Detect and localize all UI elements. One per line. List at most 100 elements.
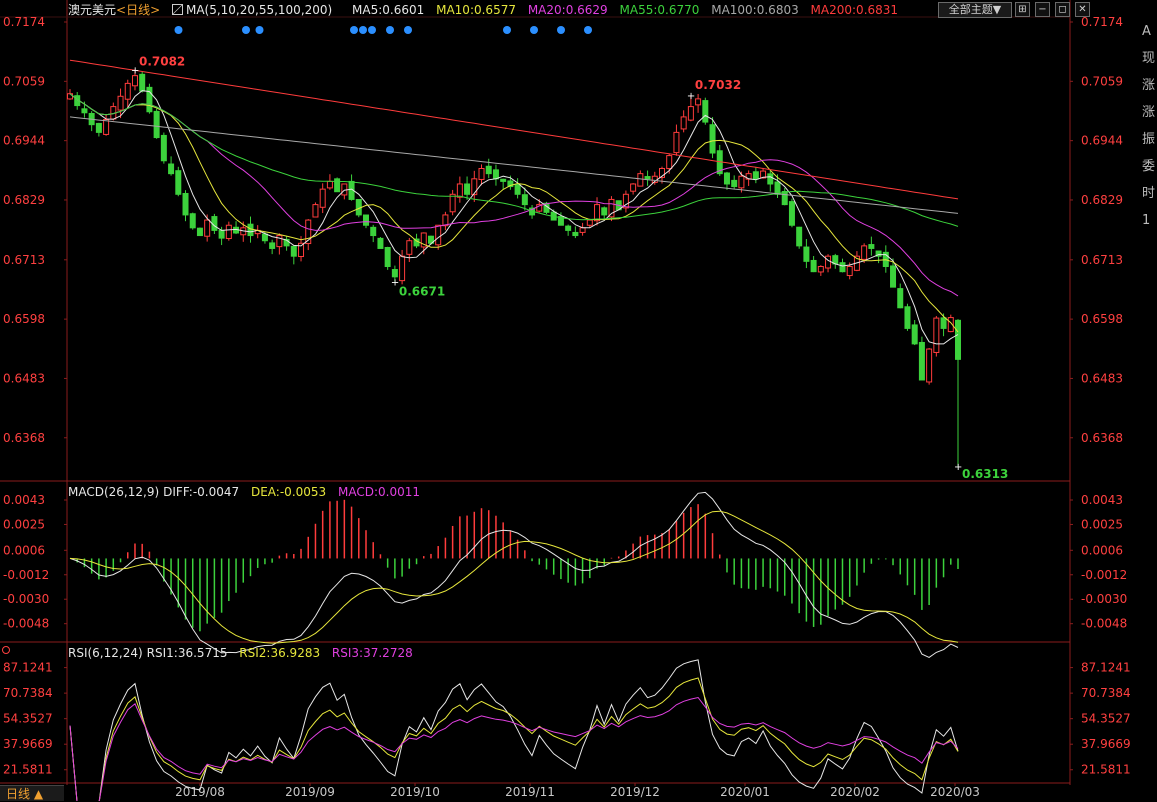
close-icon[interactable]: ✕ [1075, 2, 1090, 17]
period-tab[interactable]: 日线 ▲ [0, 785, 64, 801]
macd-y-tick-label-right: 0.0006 [1081, 543, 1123, 557]
extreme-label: 0.6313 [962, 467, 1008, 481]
candle-body [319, 188, 326, 208]
event-marker-dot [386, 26, 394, 34]
all-themes-dropdown[interactable]: 全部主题▼ [938, 2, 1012, 18]
side-panel-item: 振 [1142, 132, 1156, 147]
instrument-name[interactable]: 澳元美元 [68, 3, 116, 17]
ma5-line [69, 90, 959, 345]
candle-body [117, 95, 124, 111]
macd-diff-line [69, 491, 959, 658]
candle-body [695, 98, 702, 106]
candle-body [449, 193, 456, 213]
candle-body [630, 183, 637, 192]
ma-settings-icon[interactable] [171, 4, 183, 15]
candle-body [269, 242, 276, 249]
macd-panel-header: MACD(26,12,9) DIFF:-0.0047 DEA:-0.0053 MA… [68, 485, 428, 499]
rsi-y-tick-label-right: 87.1241 [1081, 661, 1131, 675]
event-marker-dot [404, 26, 412, 34]
candle-body [124, 82, 131, 100]
rsi-indicator-dot-icon [2, 646, 10, 654]
rsi-y-tick-label-right: 21.5811 [1081, 763, 1131, 777]
candle-body [839, 262, 846, 273]
candle-body [608, 198, 615, 218]
candle-body [500, 178, 507, 182]
y-tick-label-right: 0.6483 [1081, 371, 1123, 385]
candle-body [175, 170, 182, 195]
candle-body [478, 167, 485, 180]
rsi1-line [69, 659, 959, 801]
rsi-y-tick-label-right: 37.9669 [1081, 737, 1131, 751]
event-marker-dot [350, 26, 358, 34]
ma5-value: MA5:0.6601 [352, 3, 425, 17]
x-tick-label: 2020/03 [930, 785, 980, 799]
candle-body [890, 265, 897, 288]
x-tick-label: 2020/01 [720, 785, 770, 799]
y-tick-label: 0.6944 [3, 134, 45, 148]
candle-body [225, 224, 232, 240]
x-tick-label: 2019/12 [610, 785, 660, 799]
event-marker-dot [584, 26, 592, 34]
candle-body [680, 116, 687, 130]
macd-label[interactable]: MACD(26,12,9) [68, 485, 159, 499]
ma200-value: MA200:0.6831 [810, 3, 899, 17]
event-marker-dot [557, 26, 565, 34]
candle-body [810, 259, 817, 273]
candle-body [261, 233, 268, 242]
macd-macd: MACD:0.0011 [338, 485, 421, 499]
ma20-line [69, 93, 959, 297]
rsi-label[interactable]: RSI(6,12,24) [68, 646, 143, 660]
candle-body [774, 181, 781, 195]
y-tick-label-right: 0.6829 [1081, 193, 1123, 207]
candle-body [81, 108, 88, 114]
rsi-panel-header: RSI(6,12,24) RSI1:36.5715 RSI2:36.9283 RS… [68, 646, 421, 660]
x-tick-label: 2019/08 [175, 785, 225, 799]
candle-body [204, 219, 211, 237]
y-tick-label-right: 0.6944 [1081, 134, 1123, 148]
candle-body [95, 122, 102, 133]
y-tick-label-right: 0.7174 [1081, 15, 1123, 29]
rsi-y-tick-label-right: 54.3527 [1081, 712, 1131, 726]
candle-body [767, 173, 774, 185]
macd-y-tick-label-right: -0.0012 [1081, 568, 1127, 582]
candle-body [955, 319, 961, 360]
candle-body [384, 246, 391, 268]
side-panel-item: 现 [1142, 51, 1156, 66]
period-label[interactable]: <日线> [116, 3, 160, 17]
candle-body [182, 192, 189, 216]
candle-body [796, 226, 803, 247]
rsi2-value: RSI2:36.9283 [239, 646, 321, 660]
candle-body [377, 237, 384, 249]
y-tick-label: 0.6829 [3, 193, 45, 207]
candle-body [565, 225, 572, 231]
candle-body [868, 244, 875, 249]
candle-body [601, 207, 608, 216]
extreme-label: 0.7082 [139, 54, 185, 68]
chart-canvas[interactable]: 0.7174 0.7174 0.7059 0.7059 0.6944 0.6944 0.68… [0, 0, 1157, 801]
candle-body [861, 245, 868, 260]
ma200-line [69, 59, 959, 200]
macd-y-tick-label-right: -0.0030 [1081, 592, 1127, 606]
x-tick-label: 2019/11 [505, 785, 555, 799]
x-tick-label: 2019/09 [285, 785, 335, 799]
candle-body [139, 73, 146, 92]
candle-body [391, 269, 398, 278]
candle-body [312, 204, 319, 218]
restore-icon[interactable]: ◻ [1055, 2, 1070, 17]
y-tick-label: 0.6368 [3, 431, 45, 445]
ma-label: MA(5,10,20,55,100,200) [185, 3, 333, 17]
minus-icon[interactable]: − [1035, 2, 1050, 17]
side-panel-item: 1 [1142, 213, 1151, 228]
candle-body [586, 219, 593, 226]
grid-icon[interactable]: ⊞ [1015, 2, 1030, 17]
y-tick-label-right: 0.6713 [1081, 253, 1123, 267]
y-tick-label: 0.6483 [3, 371, 45, 385]
macd-y-tick-label: -0.0012 [3, 568, 49, 582]
macd-diff: DIFF:-0.0047 [163, 485, 240, 499]
y-tick-label-right: 0.6598 [1081, 312, 1123, 326]
candle-body [355, 198, 362, 216]
candle-body [363, 214, 369, 226]
macd-dea: DEA:-0.0053 [250, 485, 327, 499]
candle-body [492, 169, 499, 180]
candle-body [709, 124, 716, 154]
